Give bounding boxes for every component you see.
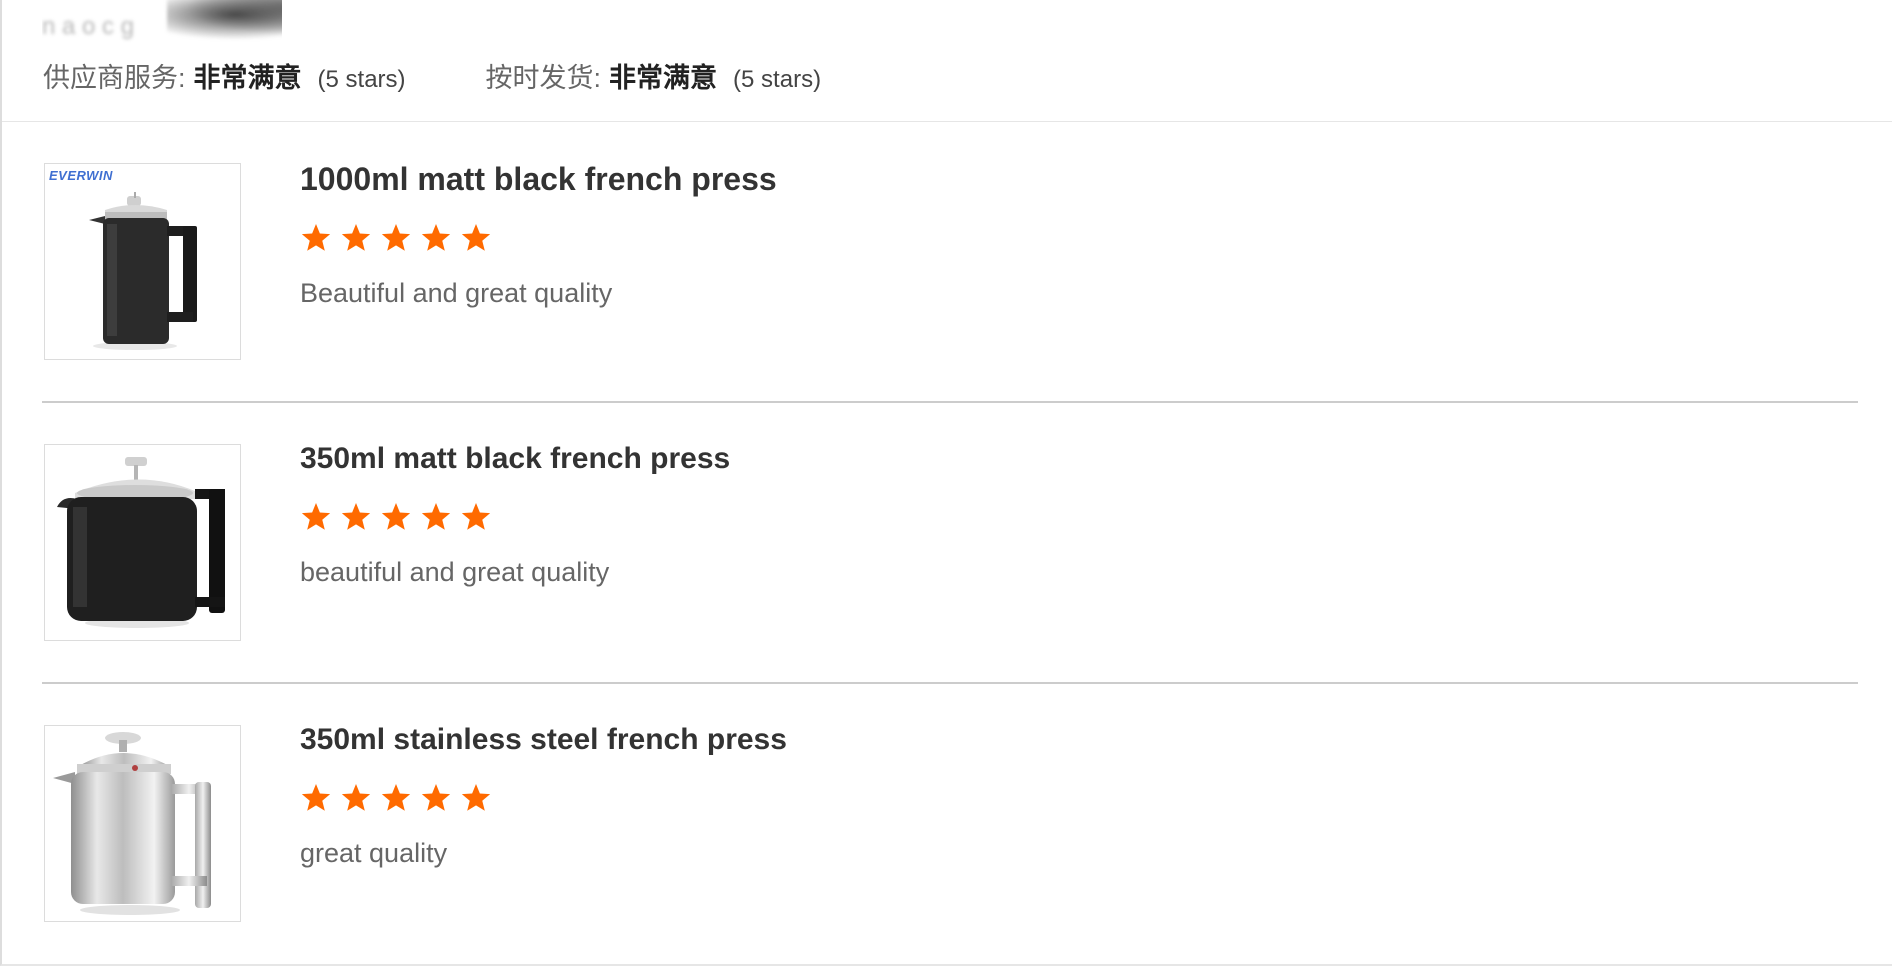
star-icon <box>461 784 491 811</box>
review-item: 350ml stainless steel french press great… <box>42 684 1858 965</box>
review-comment: Beautiful and great quality <box>300 278 613 309</box>
review-content: 1000ml matt black french press Beautiful… <box>300 160 777 309</box>
product-thumbnail[interactable]: EVERWIN <box>44 163 241 360</box>
star-icon <box>301 784 331 811</box>
review-content: 350ml stainless steel french press great… <box>300 722 787 869</box>
star-icon <box>421 503 451 530</box>
supplier-service-rating: 供应商服务: 非常满意 (5 stars) <box>43 56 406 95</box>
on-time-delivery-value: 非常满意 <box>609 63 718 93</box>
on-time-delivery-rating: 按时发货: 非常满意 (5 stars) <box>486 56 822 95</box>
star-icon <box>381 503 411 530</box>
star-icon <box>301 224 331 252</box>
star-icon <box>301 503 331 530</box>
black-french-press-short-icon <box>57 457 225 628</box>
review-item: 350ml matt black french press beautiful … <box>42 403 1858 684</box>
star-icon <box>461 503 491 530</box>
star-icon <box>461 224 491 252</box>
brand-logo: EVERWIN <box>49 168 113 183</box>
on-time-delivery-stars: (5 stars) <box>733 66 822 93</box>
star-rating <box>300 222 777 260</box>
product-title[interactable]: 350ml stainless steel french press <box>300 722 787 758</box>
review-comment: great quality <box>300 838 448 868</box>
star-icon <box>341 784 371 811</box>
supplier-service-value: 非常满意 <box>193 63 302 93</box>
redacted-text-area: n a o c g <box>42 0 282 46</box>
review-comment: beautiful and great quality <box>300 557 610 587</box>
product-title[interactable]: 1000ml matt black french press <box>300 160 777 198</box>
star-icon <box>381 224 411 252</box>
product-review-list: EVERWIN 1000ml matt black french press B… <box>42 122 1858 965</box>
star-icon <box>341 503 371 530</box>
review-content: 350ml matt black french press beautiful … <box>300 441 730 588</box>
on-time-delivery-label: 按时发货: <box>485 63 602 93</box>
product-thumbnail[interactable] <box>44 725 241 922</box>
black-french-press-tall-icon: EVERWIN <box>49 168 197 350</box>
redaction-scribble <box>167 0 282 40</box>
supplier-service-stars: (5 stars) <box>317 66 406 93</box>
supplier-service-label: 供应商服务: <box>43 63 186 93</box>
rating-summary-row: 供应商服务: 非常满意 (5 stars) 按时发货: 非常满意 (5 star… <box>43 56 901 95</box>
star-icon <box>341 224 371 252</box>
star-icon <box>421 784 451 811</box>
product-title[interactable]: 350ml matt black french press <box>300 441 730 477</box>
review-item: EVERWIN 1000ml matt black french press B… <box>42 122 1858 403</box>
feedback-page: n a o c g 供应商服务: 非常满意 (5 stars) 按时发货: 非常… <box>0 0 1892 966</box>
star-rating <box>300 501 730 539</box>
product-thumbnail[interactable] <box>44 444 241 641</box>
star-icon <box>381 784 411 811</box>
redacted-text: n a o c g <box>42 13 135 40</box>
supplier-rating-summary: n a o c g 供应商服务: 非常满意 (5 stars) 按时发货: 非常… <box>2 0 1892 122</box>
star-icon <box>421 224 451 252</box>
star-rating <box>300 782 787 820</box>
steel-french-press-icon <box>53 732 211 915</box>
